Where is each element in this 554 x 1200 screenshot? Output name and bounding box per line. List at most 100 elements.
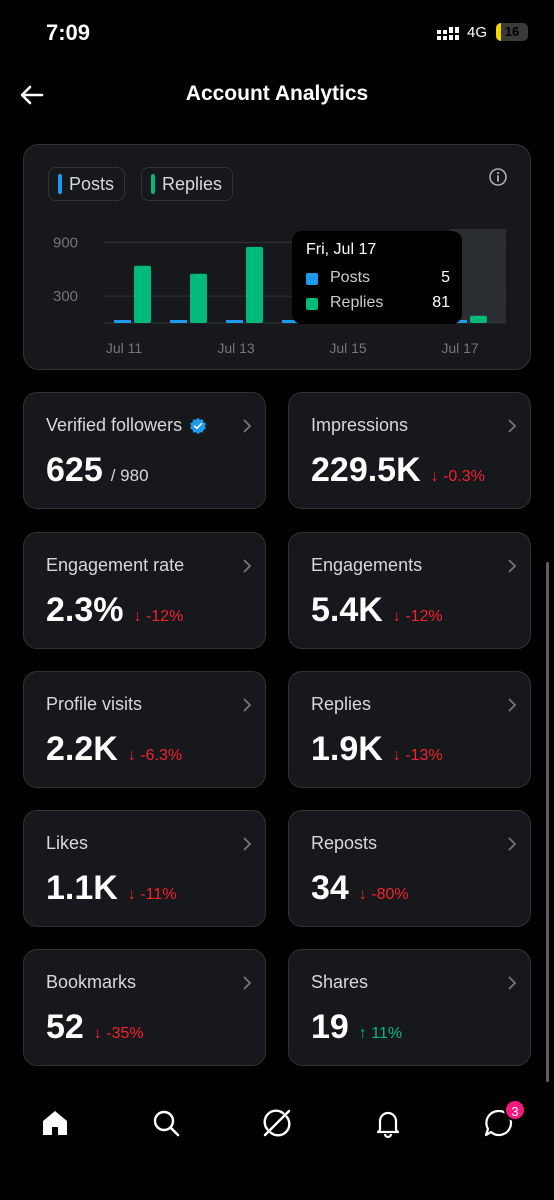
metric-delta: ↓ -6.3%	[127, 747, 183, 764]
grok-icon[interactable]	[260, 1106, 294, 1140]
metric-label: Engagement rate	[46, 555, 185, 575]
bar-replies	[190, 273, 207, 323]
chevron-right-icon	[243, 698, 252, 712]
x-tick-label: Jul 13	[217, 340, 255, 356]
battery-icon: 16	[496, 23, 528, 41]
x-tick-label: Jul 11	[106, 340, 143, 356]
metric-total: / 980	[110, 466, 149, 485]
bar-posts	[170, 320, 187, 323]
home-icon[interactable]	[38, 1106, 72, 1140]
metric-value: 2.2K ↓ -6.3%	[46, 730, 182, 769]
chart-tooltip: Fri, Jul 17 Posts 5 Replies 81	[292, 231, 462, 324]
legend-replies-label: Replies	[162, 173, 223, 194]
signal-icon	[437, 27, 459, 40]
chevron-right-icon	[243, 419, 252, 433]
status-bar: 7:09 4G 16	[0, 0, 554, 64]
bar-replies	[246, 246, 263, 323]
metric-value: 625 / 980	[46, 451, 149, 490]
bell-icon[interactable]	[371, 1106, 405, 1140]
metric-delta: ↓ -35%	[93, 1025, 144, 1042]
metric-card-impressions[interactable]: Impressions 229.5K ↓ -0.3%	[288, 392, 531, 509]
chevron-right-icon	[508, 976, 517, 990]
metric-value: 229.5K ↓ -0.3%	[311, 451, 485, 490]
tooltip-posts-value: 5	[441, 269, 450, 286]
metric-value-text: 19	[311, 1008, 349, 1046]
page-header: Account Analytics	[0, 70, 554, 120]
metric-delta: ↓ -80%	[358, 886, 409, 903]
metric-delta: ↑ 11%	[358, 1025, 403, 1042]
metric-label: Likes	[46, 833, 89, 853]
metric-value: 1.9K ↓ -13%	[311, 730, 443, 769]
metric-delta: ↓ -12%	[392, 608, 443, 625]
metric-card-bookmarks[interactable]: Bookmarks 52 ↓ -35%	[23, 949, 266, 1066]
metric-value-text: 2.3%	[46, 591, 124, 629]
metric-card-verified-followers[interactable]: Verified followers 625 / 980	[23, 392, 266, 509]
bar-posts	[114, 320, 131, 323]
metric-card-shares[interactable]: Shares 19 ↑ 11%	[288, 949, 531, 1066]
tooltip-replies-label: Replies	[330, 294, 384, 311]
page-title: Account Analytics	[185, 82, 369, 105]
info-icon[interactable]	[488, 167, 508, 187]
metric-delta: ↓ -11%	[127, 886, 177, 903]
bottom-nav	[0, 1090, 554, 1160]
chevron-right-icon	[243, 559, 252, 573]
chevron-right-icon	[243, 976, 252, 990]
metric-value-text: 625	[46, 451, 103, 489]
tooltip-date: Fri, Jul 17	[306, 241, 377, 258]
metric-value: 2.3% ↓ -12%	[46, 591, 183, 630]
scrollbar[interactable]	[546, 562, 549, 1082]
metric-label: Engagements	[311, 555, 423, 575]
metric-label: Replies	[311, 694, 372, 714]
metric-card-replies[interactable]: Replies 1.9K ↓ -13%	[288, 671, 531, 788]
tooltip-replies-value: 81	[432, 294, 450, 311]
y-tick-label: 900	[53, 234, 78, 251]
chevron-right-icon	[508, 837, 517, 851]
metric-value-text: 1.1K	[46, 869, 118, 907]
search-icon[interactable]	[149, 1106, 183, 1140]
metric-value-text: 229.5K	[311, 451, 421, 489]
verified-badge-icon	[190, 417, 206, 434]
metric-delta: ↓ -12%	[133, 608, 184, 625]
metric-delta: ↓ -0.3%	[430, 468, 485, 485]
tooltip-replies-swatch	[306, 298, 318, 310]
chevron-right-icon	[508, 559, 517, 573]
metric-card-profile-visits[interactable]: Profile visits 2.2K ↓ -6.3%	[23, 671, 266, 788]
metric-card-engagement-rate[interactable]: Engagement rate 2.3% ↓ -12%	[23, 532, 266, 649]
metric-label: Reposts	[311, 833, 378, 853]
metric-delta: ↓ -13%	[392, 747, 443, 764]
metric-value: 34 ↓ -80%	[311, 869, 409, 908]
y-tick-label: 300	[53, 288, 78, 305]
legend-posts-swatch	[58, 174, 62, 194]
status-time: 7:09	[46, 20, 91, 45]
metric-value-text: 52	[46, 1008, 84, 1046]
metric-label: Profile visits	[46, 694, 143, 714]
metric-label: Bookmarks	[46, 972, 137, 992]
metric-value-text: 34	[311, 869, 349, 907]
chevron-right-icon	[243, 837, 252, 851]
bar-replies	[134, 265, 151, 323]
chevron-right-icon	[508, 419, 517, 433]
chevron-right-icon	[508, 698, 517, 712]
legend-replies[interactable]: Replies	[141, 167, 234, 201]
battery-level: 16	[504, 24, 520, 39]
metric-value-text: 5.4K	[311, 591, 383, 629]
x-tick-label: Jul 17	[441, 340, 479, 356]
activity-chart-card: 900 300 Jul 11 Jul 13 Jul 15 Jul 17 Posts Rep…	[23, 144, 531, 370]
metric-value: 5.4K ↓ -12%	[311, 591, 443, 630]
metric-card-likes[interactable]: Likes 1.1K ↓ -11%	[23, 810, 266, 927]
metric-label: Impressions	[311, 415, 409, 435]
metric-label-text: Verified followers	[46, 415, 183, 435]
metric-value: 1.1K ↓ -11%	[46, 869, 176, 908]
metric-value-text: 2.2K	[46, 730, 118, 768]
tooltip-row-posts: Posts 5	[306, 269, 450, 289]
legend-posts[interactable]: Posts	[48, 167, 126, 201]
metric-value: 19 ↑ 11%	[311, 1008, 402, 1047]
x-tick-label: Jul 15	[329, 340, 367, 356]
metric-card-reposts[interactable]: Reposts 34 ↓ -80%	[288, 810, 531, 927]
bar-replies	[470, 315, 487, 323]
tooltip-posts-swatch	[306, 273, 318, 285]
tooltip-row-replies: Replies 81	[306, 294, 450, 314]
network-type: 4G	[467, 24, 488, 41]
metric-card-engagements[interactable]: Engagements 5.4K ↓ -12%	[288, 532, 531, 649]
messages-badge: 3	[504, 1099, 526, 1121]
